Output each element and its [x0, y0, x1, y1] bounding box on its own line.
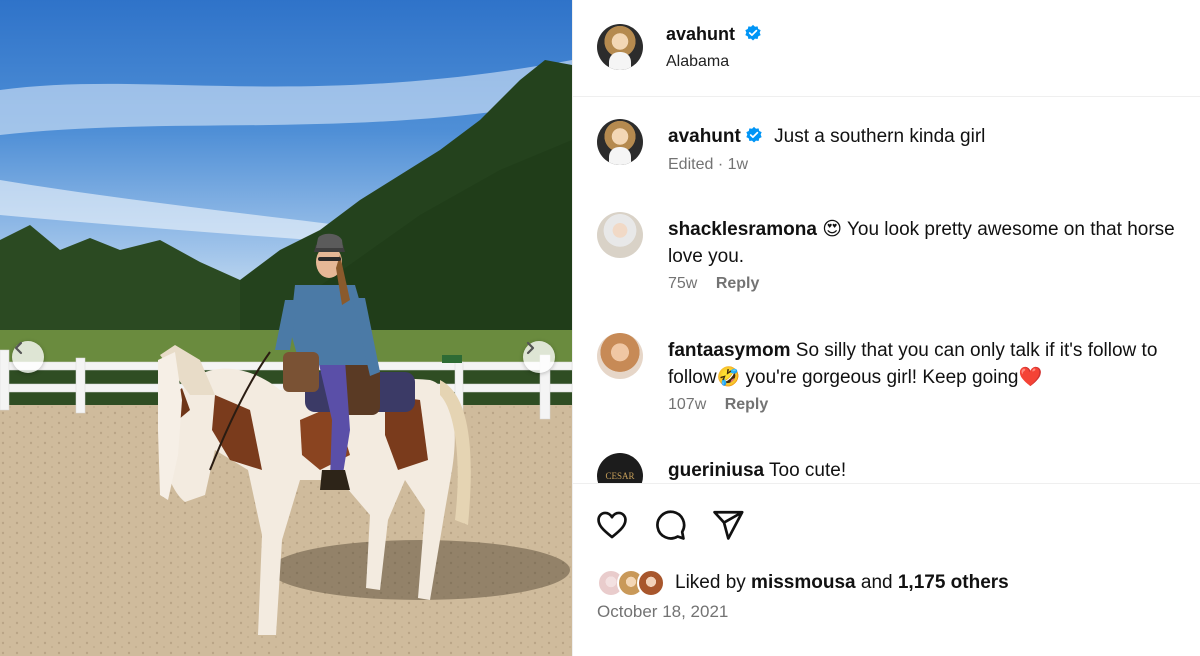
comment-icon[interactable] — [653, 508, 687, 542]
likes-prefix: Liked by — [675, 572, 752, 593]
commenter-avatar[interactable]: CESAR — [597, 453, 643, 483]
likes-middle: and — [855, 572, 898, 593]
caption-meta: Edited · 1w — [668, 156, 749, 173]
verified-badge-icon — [745, 24, 761, 41]
post-location[interactable]: Alabama — [666, 53, 729, 71]
chevron-left-icon — [14, 341, 23, 355]
comment-age: 75w — [668, 275, 698, 292]
caption-avatar[interactable] — [597, 119, 643, 165]
caption-text: Just a southern kinda girl — [774, 126, 986, 147]
comment-text: Too cute! — [764, 460, 847, 481]
commenter-username[interactable]: gueriniusa — [668, 460, 764, 481]
comment-age: 107w — [668, 396, 707, 413]
author-username[interactable]: avahunt — [666, 24, 762, 45]
post-side-panel: avahunt Alabama avahunt Just a southern … — [572, 0, 1200, 656]
next-photo-button[interactable] — [523, 341, 555, 373]
verified-badge-icon — [746, 126, 762, 143]
post-date: October 18, 2021 — [597, 602, 729, 621]
commenter-avatar[interactable] — [597, 333, 643, 379]
post-actions: Liked by missmousa and 1,175 others Octo… — [573, 483, 1200, 656]
share-icon[interactable] — [711, 508, 745, 542]
likes-count[interactable]: 1,175 others — [898, 572, 1009, 593]
author-avatar[interactable] — [597, 24, 643, 70]
reply-button[interactable]: Reply — [725, 396, 769, 413]
chevron-right-icon — [526, 341, 535, 355]
liker-avatar — [637, 569, 665, 597]
post-header: avahunt Alabama — [573, 0, 1200, 97]
commenter-username[interactable]: fantaasymom — [668, 340, 791, 361]
commenter-username[interactable]: shacklesramona — [668, 219, 817, 240]
liker-username[interactable]: missmousa — [751, 572, 856, 593]
previous-photo-button[interactable] — [12, 341, 44, 373]
likes-summary[interactable]: Liked by missmousa and 1,175 others — [597, 568, 1009, 598]
comments-list[interactable]: avahunt Just a southern kinda girl Edite… — [573, 97, 1200, 483]
heart-icon[interactable] — [595, 508, 629, 542]
commenter-avatar[interactable] — [597, 212, 643, 258]
post-photo[interactable] — [0, 0, 572, 656]
caption-username[interactable]: avahunt — [668, 126, 741, 147]
horse-rider-photo — [0, 60, 572, 656]
reply-button[interactable]: Reply — [716, 275, 760, 292]
